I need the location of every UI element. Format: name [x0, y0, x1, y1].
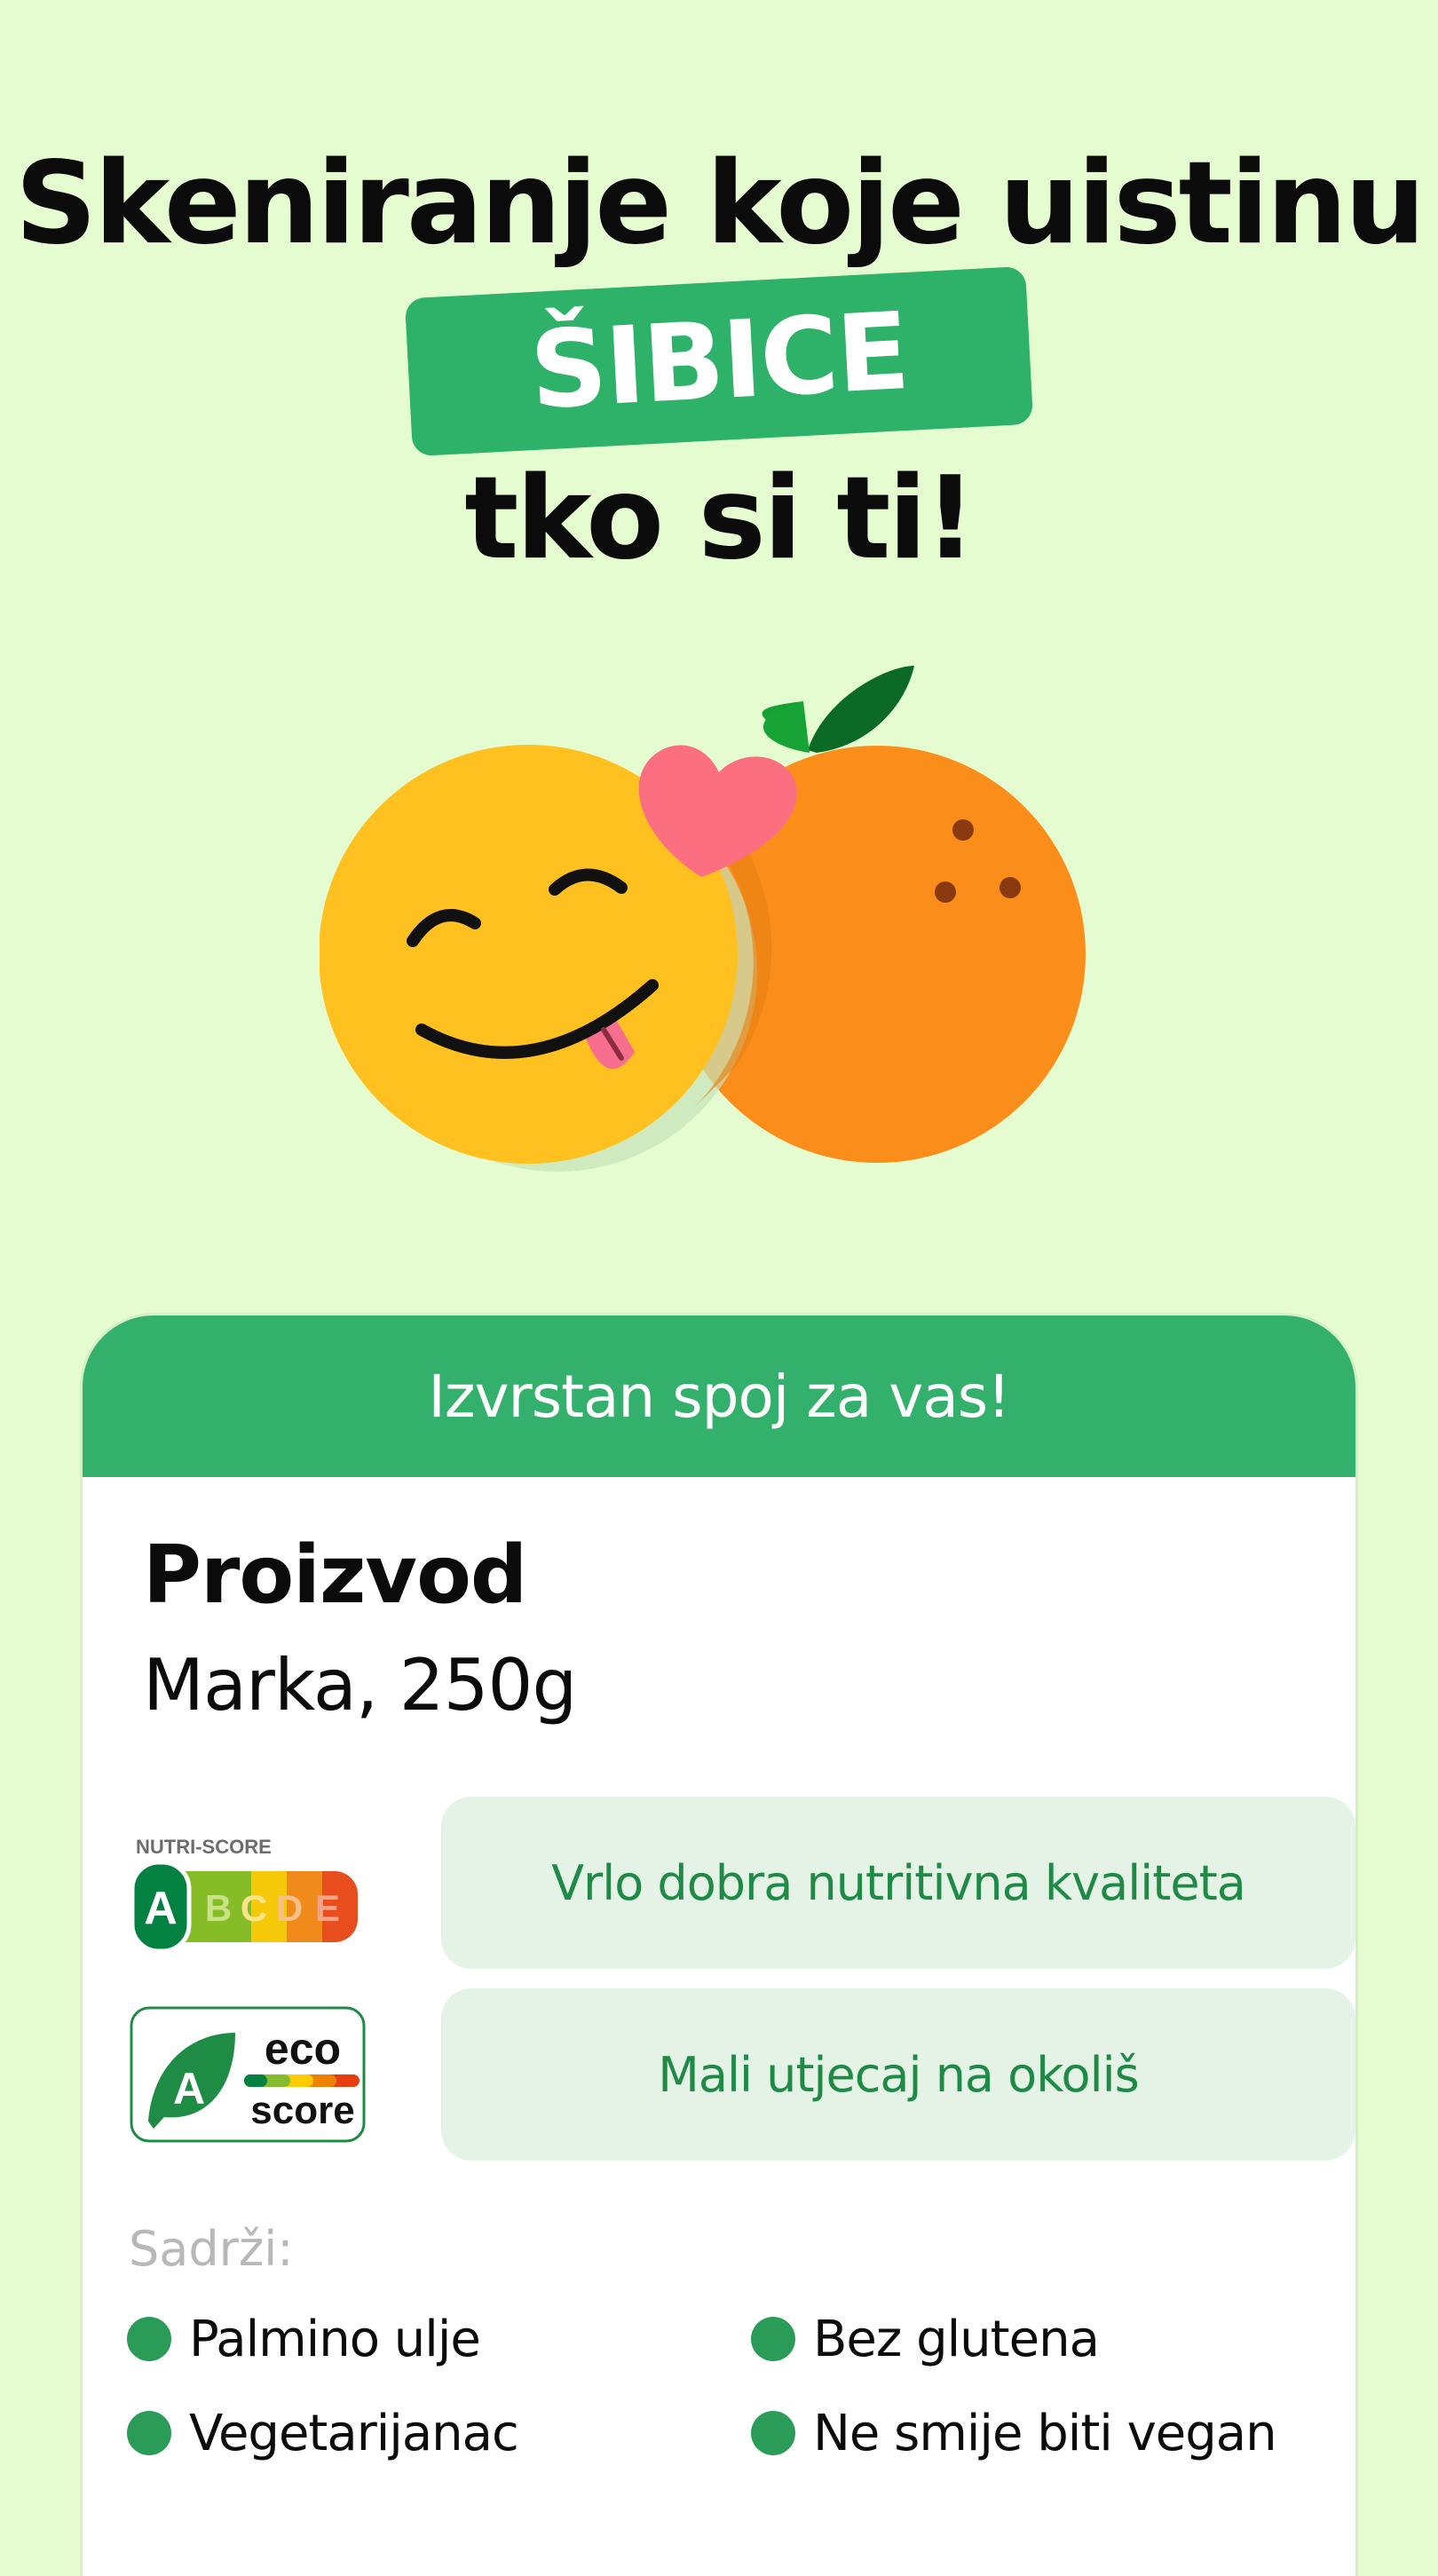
eco-score-text: Mali utjecaj na okoliš	[658, 2046, 1139, 2103]
ingredient-tag: Ne smije biti vegan	[751, 2402, 1277, 2464]
eco-grade: A	[173, 2064, 205, 2114]
ingredient-tag: Bez glutena	[751, 2308, 1100, 2370]
product-name: Proizvod	[143, 1529, 527, 1622]
product-brand-weight: Marka, 250g	[143, 1644, 577, 1727]
nutri-score-row: NUTRI-SCORE A B C D E Vrlo dobra nutriti…	[129, 1797, 1355, 1969]
match-banner: Izvrstan spoj za vas!	[83, 1316, 1355, 1477]
eco-logo-line2: score	[250, 2089, 354, 2132]
nutri-score-description: Vrlo dobra nutritivna kvaliteta	[441, 1797, 1355, 1969]
nutri-grade-c: C	[241, 1887, 267, 1929]
eco-score-logo: A eco score	[130, 2006, 366, 2143]
contains-label: Sadrži:	[129, 2221, 294, 2277]
nutri-grade-e: E	[315, 1887, 340, 1929]
eco-logo-line1: eco	[265, 2024, 341, 2074]
ingredient-tag: Palmino ulje	[127, 2308, 481, 2370]
nutri-grade-b: B	[205, 1887, 232, 1929]
headline-highlight-badge: ŠIBICE	[404, 265, 1034, 457]
mascot-illustration	[320, 666, 1086, 1172]
nutri-score-logo: NUTRI-SCORE A B C D E	[130, 1836, 358, 1954]
ingredient-tag-label: Palmino ulje	[189, 2310, 481, 2368]
nutri-grade-d: D	[276, 1887, 303, 1929]
nutri-score-title: NUTRI-SCORE	[136, 1836, 272, 1858]
headline-line-1: Skeniranje koje uistinu	[15, 138, 1426, 270]
ingredient-tag-label: Ne smije biti vegan	[813, 2404, 1277, 2462]
bullet-dot-icon	[127, 2317, 171, 2361]
bullet-dot-icon	[751, 2317, 795, 2361]
ingredient-tag-label: Bez glutena	[813, 2310, 1100, 2368]
bullet-dot-icon	[751, 2411, 795, 2455]
match-banner-text: Izvrstan spoj za vas!	[428, 1362, 1010, 1431]
nutri-grade-a: A	[144, 1883, 178, 1934]
headline-highlight-text: ŠIBICE	[527, 289, 911, 433]
eco-score-row: A eco score Mali utjecaj na okoliš	[129, 1988, 1355, 2161]
match-result-card: Izvrstan spoj za vas! Proizvod Marka, 25…	[83, 1316, 1355, 2576]
ingredient-tag-label: Vegetarijanac	[189, 2404, 519, 2462]
ingredient-tag: Vegetarijanac	[127, 2402, 519, 2464]
eco-score-description: Mali utjecaj na okoliš	[441, 1988, 1355, 2161]
bullet-dot-icon	[127, 2411, 171, 2455]
headline-line-3: tko si ti!	[464, 453, 976, 585]
nutri-score-text: Vrlo dobra nutritivna kvaliteta	[551, 1854, 1246, 1911]
